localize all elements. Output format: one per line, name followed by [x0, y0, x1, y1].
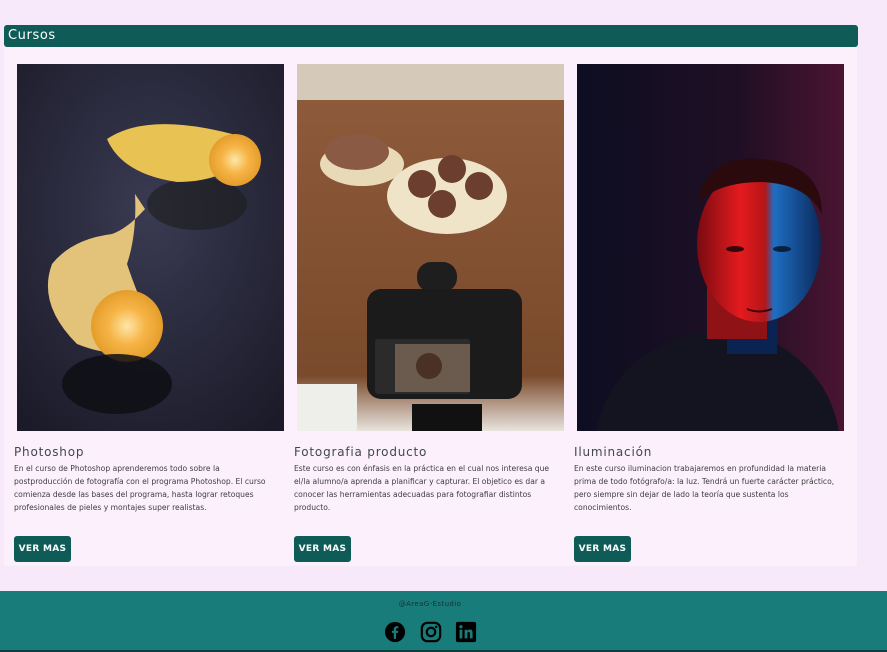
course-card-photoshop: Photoshop En el curso de Photoshop apren… [14, 64, 284, 564]
ver-mas-button-fotografia-producto[interactable]: VER MAS [294, 536, 351, 562]
section-title: Cursos [8, 28, 56, 43]
course-title: Iluminación [574, 445, 653, 459]
course-card-iluminacion: Iluminación En este curso iluminacion tr… [574, 64, 844, 564]
course-description: En este curso iluminacion trabajaremos e… [574, 464, 835, 512]
course-description: Este curso es con énfasis en la práctica… [294, 464, 550, 512]
instagram-icon[interactable] [420, 621, 442, 643]
ver-mas-button-photoshop[interactable]: VER MAS [14, 536, 71, 562]
banana-halves-photo [17, 64, 284, 431]
ver-mas-button-iluminacion[interactable]: VER MAS [574, 536, 631, 562]
course-image-photoshop [17, 64, 284, 431]
course-description: En el curso de Photoshop aprenderemos to… [14, 464, 266, 512]
section-title-bar: Cursos [4, 25, 858, 47]
footer-credit: @AreaG-Estudio [398, 600, 462, 608]
course-image-fotografia-producto [297, 64, 564, 431]
footer: @AreaG-Estudio [0, 591, 887, 652]
course-title: Fotografia producto [294, 445, 428, 459]
courses-panel: Photoshop En el curso de Photoshop apren… [4, 47, 857, 566]
course-image-iluminacion [577, 64, 844, 431]
facebook-icon[interactable] [384, 621, 406, 643]
course-card-fotografia-producto: Fotografia producto Este curso es con én… [294, 64, 564, 564]
linkedin-icon[interactable] [455, 621, 477, 643]
camera-shooting-cookies-photo [297, 64, 564, 431]
red-blue-lit-portrait-photo [577, 64, 844, 431]
course-title: Photoshop [14, 445, 85, 459]
